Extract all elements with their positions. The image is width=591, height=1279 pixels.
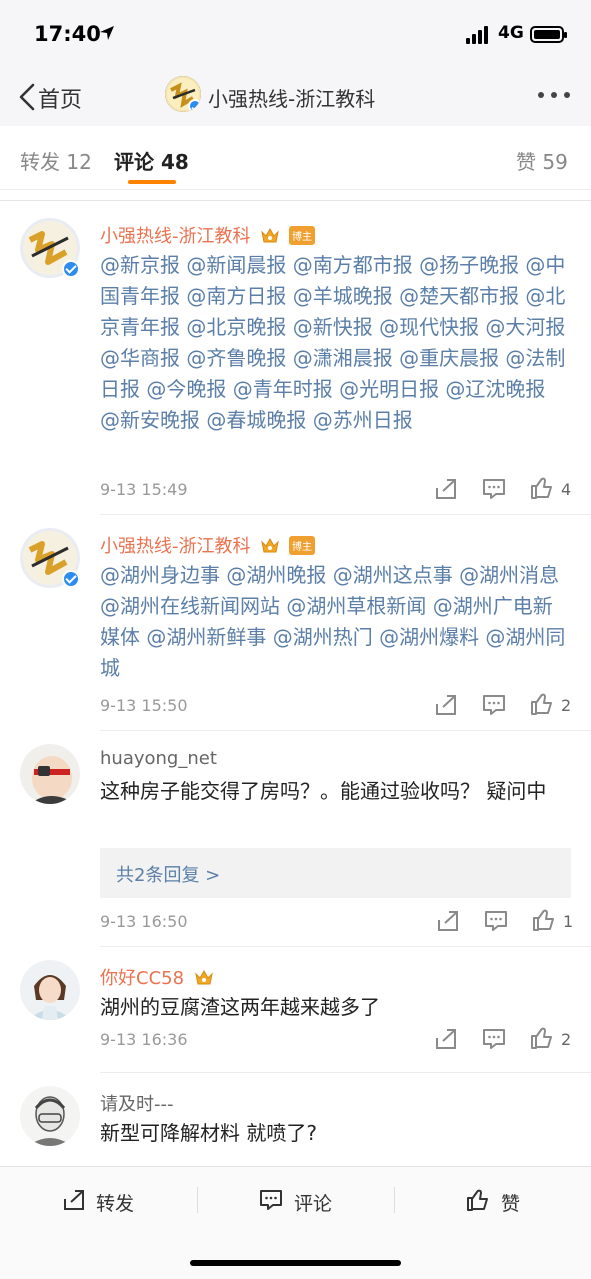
- replies-box[interactable]: 共2条回复 >: [100, 848, 571, 898]
- page-title[interactable]: 小强热线-浙江教科: [208, 83, 375, 112]
- home-indicator[interactable]: [190, 1260, 401, 1266]
- reply-icon[interactable]: [481, 477, 507, 501]
- tab-like[interactable]: 赞 59: [516, 146, 568, 175]
- active-tab-indicator: [128, 180, 176, 184]
- nav-bar: 首页 小强热线-浙江教科: [0, 70, 591, 126]
- like-count: 1: [563, 912, 574, 931]
- comment-timestamp: 9-13 15:49: [100, 480, 188, 499]
- divider: [394, 1187, 395, 1213]
- tab-like-count: 59: [542, 150, 568, 174]
- tab-comment[interactable]: 评论 48: [114, 146, 189, 175]
- comment-text[interactable]: @湖州身边事 @湖州晚报 @湖州这点事 @湖州消息 @湖州在线新闻网站 @湖州草…: [100, 560, 570, 684]
- comment-icon: [260, 1190, 282, 1210]
- divider: [0, 200, 591, 201]
- back-chevron-icon[interactable]: [18, 82, 36, 112]
- comment-author[interactable]: 你好CC58: [100, 964, 214, 990]
- comment-text[interactable]: 新型可降解材料 就喷了?: [100, 1118, 570, 1149]
- detail-tabs: 转发 12 评论 48 赞 59: [0, 126, 591, 190]
- network-type: 4G: [498, 23, 524, 43]
- share-icon[interactable]: [433, 693, 459, 717]
- divider: [100, 946, 591, 947]
- status-bar: 17:40 4G: [0, 0, 591, 70]
- like-icon[interactable]: [529, 1026, 555, 1050]
- comment-item: huayong_net 这种房子能交得了房吗？。能通过验收吗？ 疑问中 共2条回…: [0, 744, 591, 944]
- comment-label: 评论: [294, 1193, 333, 1215]
- avatar[interactable]: [20, 744, 80, 804]
- comment-author[interactable]: 小强热线-浙江教科 博主: [100, 222, 315, 248]
- comment-item: 小强热线-浙江教科 博主 @新京报 @新闻晨报 @南方都市报 @扬子晚报 @中国…: [0, 218, 591, 518]
- avatar[interactable]: [20, 1086, 80, 1146]
- status-time: 17:40: [34, 22, 101, 46]
- author-badge: 博主: [288, 536, 315, 555]
- location-arrow-icon: [100, 26, 114, 40]
- comment-author[interactable]: 请及时---: [100, 1090, 174, 1116]
- back-button[interactable]: 首页: [38, 82, 82, 114]
- comment-author[interactable]: 小强热线-浙江教科 博主: [100, 532, 315, 558]
- repost-icon: [64, 1190, 84, 1210]
- tab-comment-label: 评论: [114, 150, 154, 174]
- repost-label: 转发: [96, 1193, 135, 1215]
- tab-repost-count: 12: [66, 150, 92, 174]
- comment-text[interactable]: 这种房子能交得了房吗？。能通过验收吗？ 疑问中: [100, 776, 570, 807]
- more-options-icon[interactable]: [536, 92, 572, 100]
- comment-timestamp: 9-13 16:36: [100, 1030, 188, 1049]
- vip-crown-icon: [261, 227, 280, 243]
- avatar[interactable]: [20, 960, 80, 1020]
- comment-author[interactable]: huayong_net: [100, 748, 217, 769]
- share-icon[interactable]: [433, 477, 459, 501]
- comment-timestamp: 9-13 15:50: [100, 696, 188, 715]
- comment-button[interactable]: 评论: [258, 1187, 348, 1215]
- account-avatar[interactable]: [165, 76, 201, 112]
- comment-text[interactable]: @新京报 @新闻晨报 @南方都市报 @扬子晚报 @中国青年报 @南方日报 @羊城…: [100, 250, 570, 436]
- vip-crown-icon: [194, 969, 213, 985]
- comment-list[interactable]: 小强热线-浙江教科 博主 @新京报 @新闻晨报 @南方都市报 @扬子晚报 @中国…: [0, 190, 591, 1166]
- like-count: 2: [561, 1030, 572, 1049]
- verified-badge-icon: [62, 260, 80, 278]
- share-icon[interactable]: [435, 909, 461, 933]
- reply-icon[interactable]: [481, 1027, 507, 1051]
- comment-timestamp: 9-13 16:50: [100, 912, 188, 931]
- signal-icon: [466, 26, 494, 44]
- view-replies-link[interactable]: 共2条回复 >: [116, 861, 220, 887]
- author-name: 你好CC58: [100, 968, 185, 989]
- verified-badge-icon: [62, 570, 80, 588]
- author-name: 小强热线-浙江教科: [100, 226, 251, 247]
- like-label: 赞: [501, 1193, 521, 1215]
- comment-item: 小强热线-浙江教科 博主 @湖州身边事 @湖州晚报 @湖州这点事 @湖州消息 @…: [0, 528, 591, 718]
- like-icon[interactable]: [531, 908, 557, 932]
- comment-item: 请及时--- 新型可降解材料 就喷了?: [0, 1086, 591, 1166]
- divider: [100, 514, 591, 515]
- author-badge: 博主: [288, 226, 315, 245]
- tab-comment-count: 48: [160, 150, 189, 174]
- vip-crown-icon: [261, 537, 280, 553]
- reply-icon[interactable]: [483, 909, 509, 933]
- comment-text[interactable]: 湖州的豆腐渣这两年越来越多了: [100, 992, 570, 1023]
- thumbs-up-icon: [467, 1189, 488, 1211]
- comment-item: 你好CC58 湖州的豆腐渣这两年越来越多了 9-13 16:36 2: [0, 960, 591, 1070]
- battery-icon: [530, 26, 567, 43]
- tab-repost[interactable]: 转发 12: [20, 146, 92, 175]
- like-count: 2: [561, 696, 572, 715]
- like-count: 4: [561, 480, 572, 499]
- divider: [197, 1187, 198, 1213]
- tab-like-label: 赞: [516, 150, 536, 174]
- author-name: 小强热线-浙江教科: [100, 536, 251, 557]
- like-button[interactable]: 赞: [465, 1187, 535, 1215]
- divider: [100, 1072, 591, 1073]
- like-icon[interactable]: [529, 692, 555, 716]
- repost-button[interactable]: 转发: [62, 1187, 152, 1215]
- reply-icon[interactable]: [481, 693, 507, 717]
- like-icon[interactable]: [529, 476, 555, 500]
- divider: [100, 730, 591, 731]
- tab-repost-label: 转发: [20, 150, 60, 174]
- share-icon[interactable]: [433, 1027, 459, 1051]
